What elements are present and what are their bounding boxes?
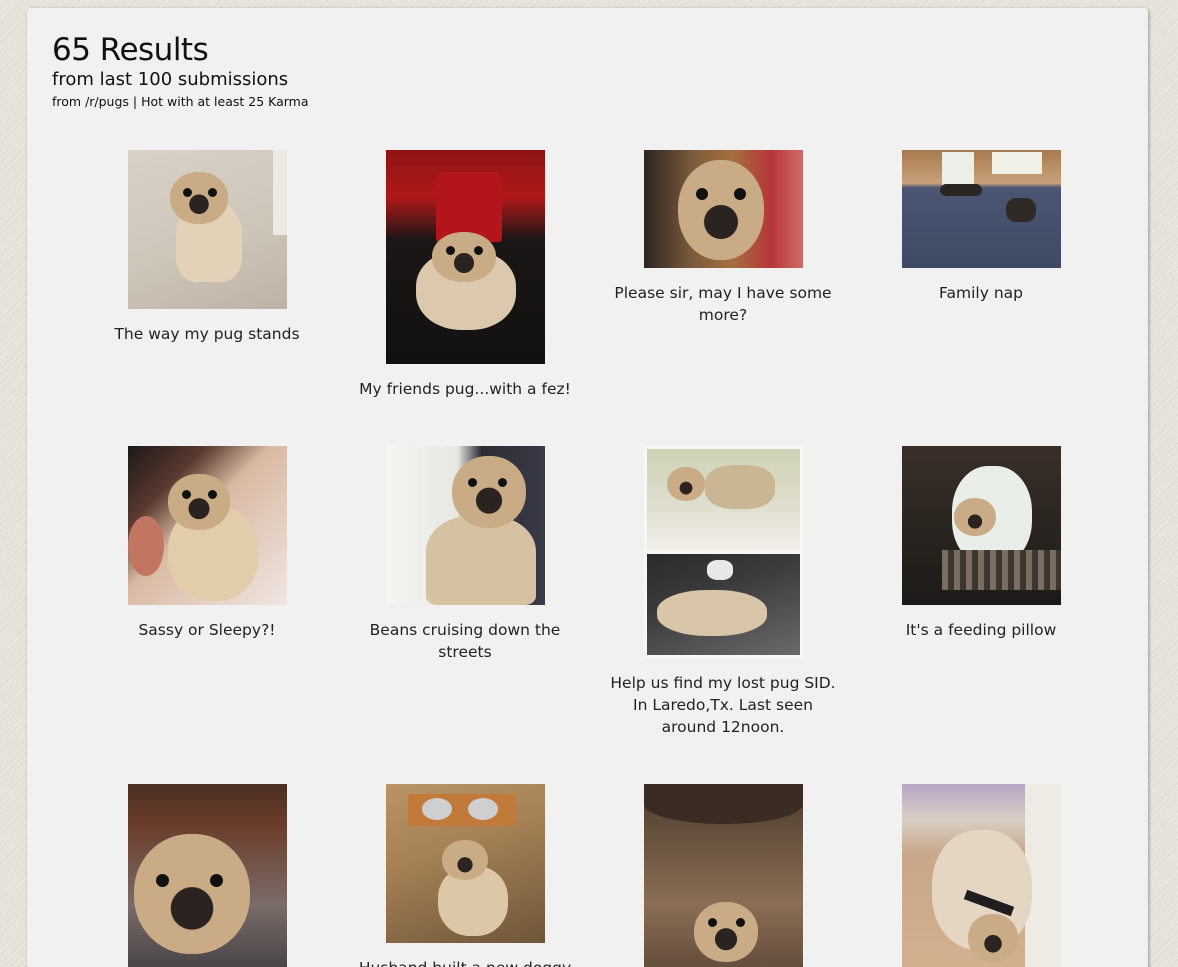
result-card: It's a feeding pillow bbox=[861, 446, 1101, 641]
result-thumbnail[interactable] bbox=[901, 150, 1061, 268]
result-card bbox=[87, 784, 327, 967]
result-caption[interactable]: Sassy or Sleepy?! bbox=[92, 619, 322, 641]
result-caption[interactable]: The way my pug stands bbox=[92, 323, 322, 345]
result-thumbnail[interactable] bbox=[643, 446, 803, 658]
result-caption[interactable]: It's a feeding pillow bbox=[866, 619, 1096, 641]
result-thumbnail[interactable] bbox=[385, 446, 545, 605]
result-thumbnail[interactable] bbox=[643, 784, 803, 967]
result-thumbnail[interactable] bbox=[385, 150, 545, 364]
result-caption[interactable]: Beans cruising down the streets bbox=[350, 619, 580, 663]
result-thumbnail[interactable] bbox=[901, 784, 1061, 967]
result-card: Family nap bbox=[861, 150, 1101, 304]
result-thumbnail[interactable] bbox=[901, 446, 1061, 605]
result-thumbnail[interactable] bbox=[385, 784, 545, 943]
result-card: My friends pug...with a fez! bbox=[345, 150, 585, 400]
result-card: Help us find my lost pug SID. In Laredo,… bbox=[603, 446, 843, 738]
result-caption[interactable]: Husband built a new doggy bbox=[350, 957, 580, 967]
result-caption[interactable]: Family nap bbox=[866, 282, 1096, 304]
result-card: The way my pug stands bbox=[87, 150, 327, 345]
filter-summary: from /r/pugs | Hot with at least 25 Karm… bbox=[52, 94, 309, 109]
result-card: Beans cruising down the streets bbox=[345, 446, 585, 663]
result-card: Husband built a new doggy bbox=[345, 784, 585, 967]
result-card: Sassy or Sleepy?! bbox=[87, 446, 327, 641]
result-thumbnail[interactable] bbox=[127, 446, 287, 605]
result-caption[interactable]: Help us find my lost pug SID. In Laredo,… bbox=[608, 672, 838, 738]
result-card: Please sir, may I have some more? bbox=[603, 150, 843, 326]
result-card bbox=[861, 784, 1101, 967]
result-thumbnail[interactable] bbox=[127, 784, 287, 967]
result-thumbnail[interactable] bbox=[127, 150, 287, 309]
page-subtitle: from last 100 submissions bbox=[52, 69, 289, 90]
results-panel: 65 Results from last 100 submissions fro… bbox=[27, 8, 1148, 967]
page-title: 65 Results bbox=[52, 32, 209, 68]
result-caption[interactable]: Please sir, may I have some more? bbox=[608, 282, 838, 326]
result-caption[interactable]: My friends pug...with a fez! bbox=[350, 378, 580, 400]
result-thumbnail[interactable] bbox=[643, 150, 803, 268]
result-card bbox=[603, 784, 843, 967]
results-header: 65 Results from last 100 submissions fro… bbox=[52, 32, 309, 110]
